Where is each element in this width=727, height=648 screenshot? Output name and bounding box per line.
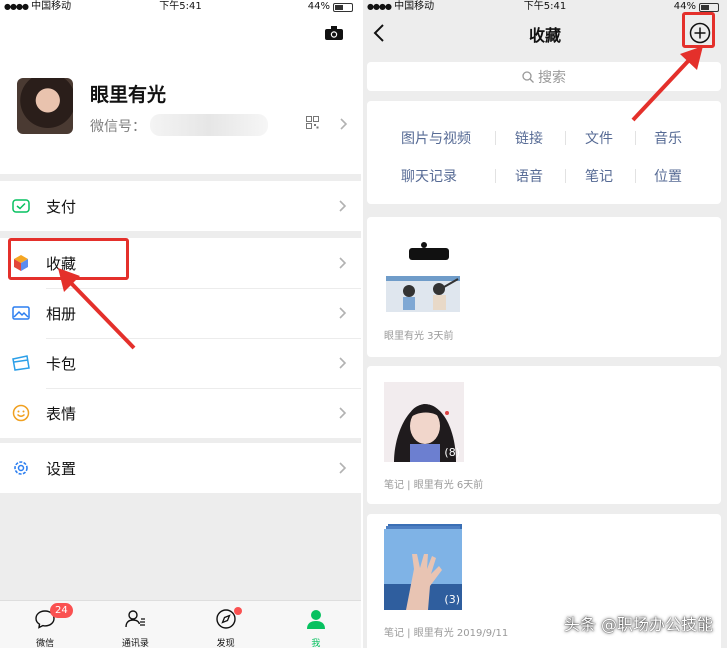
emoji-icon	[12, 404, 30, 422]
clock: 下午5:41	[523, 1, 567, 12]
payment-group: 支付	[0, 181, 361, 231]
gear-icon	[14, 461, 28, 475]
category-music[interactable]: 音乐	[654, 128, 682, 148]
wechat-id-label: 微信号：	[90, 119, 146, 135]
tab-bar: 24 微信 通讯录 发现 我	[0, 600, 361, 648]
page-title: 收藏	[528, 26, 561, 45]
category-separator	[635, 169, 636, 183]
menu-label: 设置	[46, 459, 77, 478]
wechat-id-blurred	[150, 114, 268, 136]
item-thumbnail: (3)	[384, 524, 464, 610]
avatar[interactable]	[17, 78, 73, 134]
category-separator	[565, 131, 566, 145]
category-links[interactable]: 链接	[515, 128, 543, 148]
category-separator	[565, 169, 566, 183]
item-thumbnail: (8)	[384, 382, 464, 462]
category-files[interactable]: 文件	[585, 128, 613, 148]
favorite-item[interactable]: 眼里有光 3天前	[367, 217, 721, 357]
me-page: ●●●● 中国移动 下午5:41 44% 眼里有光 微信号： 支付 收藏 相册	[0, 0, 361, 648]
card-wallet-icon	[12, 355, 30, 371]
menu-label: 表情	[46, 404, 77, 423]
profile-card[interactable]: 眼里有光 微信号：	[0, 14, 361, 174]
tab-label: 我	[311, 639, 321, 648]
chevron-right-icon	[339, 307, 347, 319]
tab-discover[interactable]: 发现	[181, 601, 271, 648]
item-thumbnail	[384, 239, 462, 319]
tab-chats[interactable]: 24 微信	[0, 601, 90, 648]
category-separator	[635, 131, 636, 145]
chevron-right-icon	[339, 257, 347, 269]
payment-icon	[12, 199, 30, 213]
category-chat-history[interactable]: 聊天记录	[401, 166, 457, 186]
status-bar: ●●●● 中国移动 下午5:41 44%	[363, 0, 727, 14]
category-separator	[495, 169, 496, 183]
category-images-videos[interactable]: 图片与视频	[401, 128, 471, 148]
battery: 44%	[308, 0, 353, 14]
item-count: (3)	[444, 593, 460, 606]
menu-item-stickers[interactable]: 表情	[0, 388, 361, 438]
tab-label: 微信	[36, 639, 55, 648]
unread-badge: 24	[50, 603, 73, 618]
category-notes[interactable]: 笔记	[585, 166, 613, 186]
chevron-right-icon	[339, 200, 347, 212]
item-meta: 笔记 | 眼里有光 2019/9/11	[384, 628, 509, 639]
illustration-image	[384, 239, 462, 319]
contacts-icon	[125, 610, 146, 628]
favorite-item[interactable]: (8) 笔记 | 眼里有光 6天前	[367, 366, 721, 504]
menu-item-settings[interactable]: 设置	[0, 443, 361, 493]
item-meta: 笔记 | 眼里有光 6天前	[384, 480, 484, 491]
camera-icon[interactable]	[325, 26, 343, 40]
item-meta: 眼里有光 3天前	[384, 331, 454, 342]
search-placeholder: 搜索	[538, 69, 566, 86]
settings-group: 设置	[0, 443, 361, 493]
album-icon	[12, 306, 30, 320]
annotation-arrow	[631, 46, 703, 122]
item-count: (8)	[444, 446, 460, 459]
annotation-arrow	[58, 268, 136, 350]
tab-label: 通讯录	[121, 639, 149, 648]
chevron-right-icon	[339, 357, 347, 369]
nickname: 眼里有光	[90, 84, 167, 106]
menu-item-payment[interactable]: 支付	[0, 181, 361, 231]
category-separator	[495, 131, 496, 145]
tab-contacts[interactable]: 通讯录	[90, 601, 180, 648]
watermark: 头条 @职场办公技能	[563, 615, 713, 634]
status-bar: ●●●● 中国移动 下午5:41 44%	[0, 0, 361, 14]
menu-label: 支付	[46, 197, 77, 216]
chevron-right-icon	[339, 462, 347, 474]
category-location[interactable]: 位置	[654, 166, 682, 186]
new-dot	[233, 607, 242, 615]
category-voice[interactable]: 语音	[515, 166, 543, 186]
chevron-right-icon	[340, 118, 348, 130]
tab-me[interactable]: 我	[271, 601, 361, 648]
person-icon	[306, 610, 325, 629]
qr-code-icon[interactable]	[306, 116, 319, 129]
add-button-highlight-box	[682, 12, 715, 48]
favorites-page: ●●●● 中国移动 下午5:41 44% 收藏 搜索 图片与视频 链接 文件 音…	[363, 0, 727, 648]
chevron-right-icon	[339, 407, 347, 419]
tab-label: 发现	[216, 639, 235, 648]
search-icon	[522, 70, 534, 83]
